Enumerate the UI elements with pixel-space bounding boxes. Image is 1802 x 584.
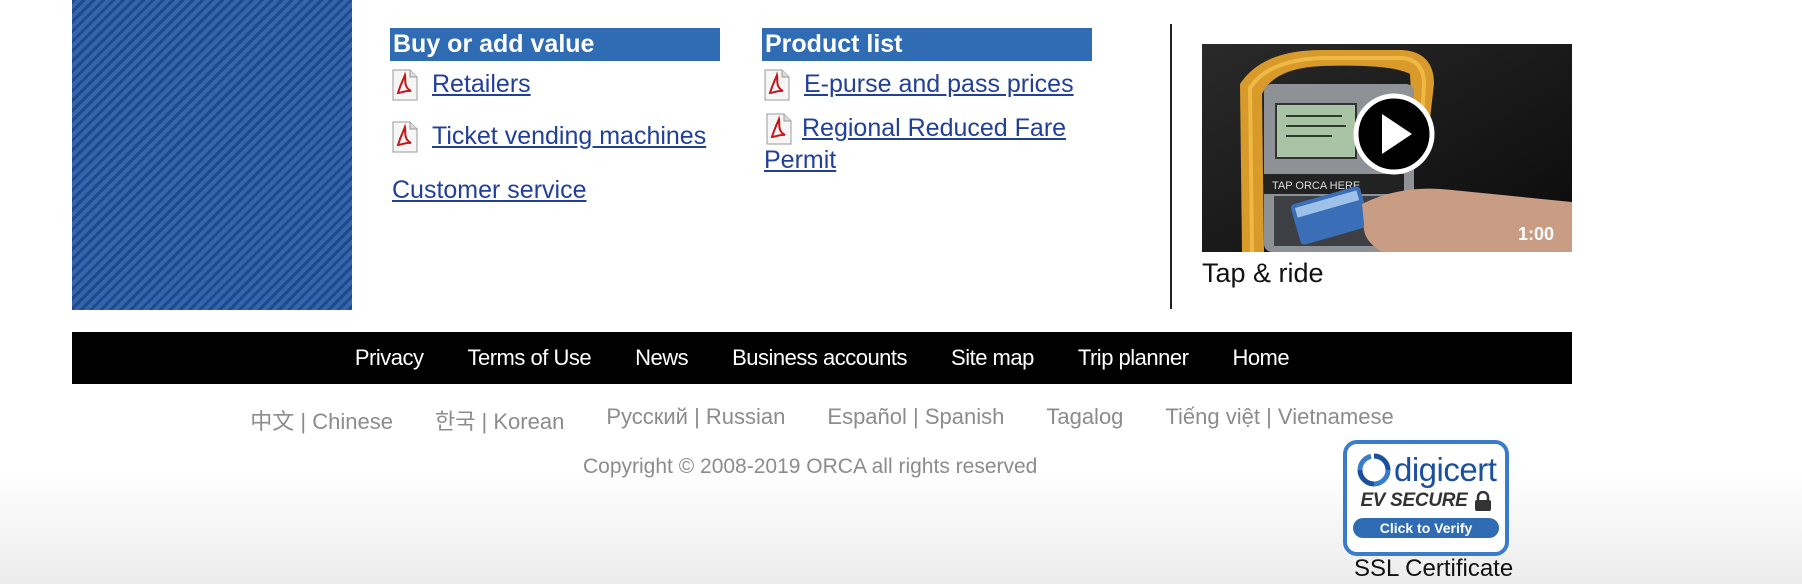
video-duration: 1:00 bbox=[1518, 224, 1554, 244]
epurse-row: E-purse and pass prices bbox=[762, 69, 1092, 101]
buy-section-header: Buy or add value bbox=[390, 28, 720, 61]
buy-or-add-value-section: Buy or add value Retailers Ticket vendin… bbox=[390, 28, 720, 205]
footer-link-trip-planner[interactable]: Trip planner bbox=[1056, 345, 1211, 371]
language-link-vietnamese[interactable]: Tiếng việt | Vietnamese bbox=[1144, 404, 1414, 436]
decorative-side-panel bbox=[72, 0, 352, 310]
pdf-icon bbox=[392, 121, 418, 153]
product-section-header: Product list bbox=[762, 28, 1092, 61]
regional-reduced-fare-permit-link[interactable]: Regional Reduced Fare Permit bbox=[764, 114, 1066, 174]
digicert-seal[interactable]: digicert EV SECURE Click to Verify bbox=[1343, 440, 1509, 556]
language-link-spanish[interactable]: Español | Spanish bbox=[806, 404, 1025, 436]
video-caption: Tap & ride bbox=[1202, 258, 1324, 288]
digicert-logo-icon bbox=[1357, 453, 1391, 487]
language-link-korean[interactable]: 한국 | Korean bbox=[414, 404, 585, 436]
footer-link-terms-of-use[interactable]: Terms of Use bbox=[445, 345, 613, 371]
video-still-image: TAP ORCA HERE 1:00 bbox=[1202, 44, 1572, 252]
footer-nav: Privacy Terms of Use News Business accou… bbox=[72, 332, 1572, 384]
ticket-vending-row: Ticket vending machines bbox=[390, 121, 720, 153]
footer-link-site-map[interactable]: Site map bbox=[929, 345, 1056, 371]
footer-link-business-accounts[interactable]: Business accounts bbox=[710, 345, 929, 371]
epurse-pass-prices-link[interactable]: E-purse and pass prices bbox=[804, 69, 1074, 99]
pdf-icon bbox=[766, 113, 792, 145]
retailers-row: Retailers bbox=[390, 69, 720, 101]
customer-service-link[interactable]: Customer service bbox=[392, 175, 587, 205]
pdf-icon bbox=[764, 69, 790, 101]
digicert-brand: digicert bbox=[1394, 451, 1497, 488]
ssl-certificate-label: SSL Certificate bbox=[1354, 555, 1514, 582]
language-link-tagalog[interactable]: Tagalog bbox=[1025, 404, 1144, 436]
language-link-russian[interactable]: Русский | Russian bbox=[585, 404, 806, 436]
play-icon[interactable] bbox=[1353, 93, 1435, 175]
ticket-vending-machines-link[interactable]: Ticket vending machines bbox=[432, 121, 706, 151]
language-links: 中文 | Chinese 한국 | Korean Русский | Russi… bbox=[72, 404, 1572, 436]
footer-link-home[interactable]: Home bbox=[1210, 345, 1311, 371]
footer-link-news[interactable]: News bbox=[613, 345, 710, 371]
vertical-divider bbox=[1170, 24, 1172, 309]
lock-icon bbox=[1474, 491, 1491, 511]
language-link-chinese[interactable]: 中文 | Chinese bbox=[229, 404, 414, 436]
customer-service-row: Customer service bbox=[390, 175, 720, 205]
copyright-text: Copyright © 2008-2019 ORCA all rights re… bbox=[583, 455, 1038, 478]
retailers-link[interactable]: Retailers bbox=[432, 69, 531, 99]
regional-reduced-fare-row: Regional Reduced Fare Permit bbox=[762, 113, 1092, 175]
ev-secure-text: EV SECURE bbox=[1360, 490, 1468, 511]
video-thumbnail[interactable]: TAP ORCA HERE 1:00 bbox=[1202, 44, 1572, 252]
pdf-icon bbox=[392, 69, 418, 101]
product-list-section: Product list E-purse and pass prices Reg… bbox=[762, 28, 1092, 175]
footer-link-privacy[interactable]: Privacy bbox=[333, 345, 446, 371]
click-to-verify-button[interactable]: Click to Verify bbox=[1353, 518, 1499, 538]
